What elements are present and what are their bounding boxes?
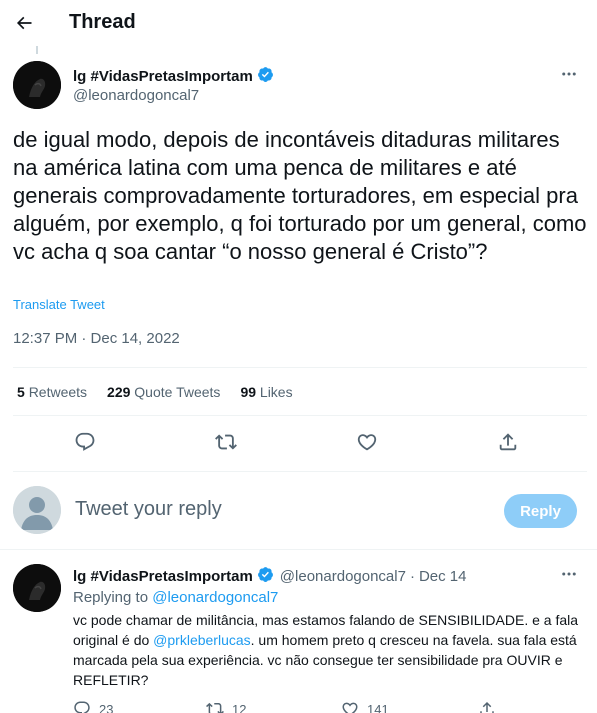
reply-retweet-action[interactable]: 12 [206, 700, 246, 713]
author-handle[interactable]: @leonardogoncal7 [73, 87, 199, 104]
divider [13, 471, 587, 472]
likes-label: Likes [259, 384, 293, 400]
tweet-text: de igual modo, depois de incontáveis dit… [13, 127, 587, 264]
reply-share-action[interactable] [478, 700, 496, 713]
divider [13, 367, 587, 368]
reply-action-bar: 23 12 141 [73, 700, 573, 713]
back-arrow-icon[interactable] [12, 11, 36, 35]
reply-button[interactable]: Reply [504, 494, 577, 528]
quote-tweets-label: Quote Tweets [134, 384, 221, 400]
top-bar: Thread [0, 0, 597, 46]
like-heart-icon[interactable] [355, 430, 379, 454]
divider [13, 415, 587, 416]
like-heart-icon [342, 702, 358, 713]
reply-reply-action[interactable]: 23 [73, 700, 113, 713]
reply-like-action[interactable]: 141 [341, 700, 389, 713]
page-title: Thread [69, 11, 136, 33]
tweet-action-bar [0, 428, 597, 458]
reply-icon [74, 701, 90, 713]
retweets-label: Retweets [28, 384, 88, 400]
reply-mention-link[interactable]: @prkleberlucas [153, 632, 250, 648]
divider [0, 549, 597, 550]
replying-to-label: Replying to [73, 589, 149, 606]
verified-badge-icon [257, 66, 274, 87]
reply-author-name[interactable]: lg #VidasPretasImportam [73, 568, 253, 585]
replying-to-line: Replying to @leonardogoncal7 [73, 588, 583, 608]
thread-connector-line [36, 46, 38, 54]
reply-date[interactable]: Dec 14 [419, 568, 467, 585]
quote-tweets-count: 229 [107, 384, 131, 400]
more-options-icon[interactable] [558, 66, 580, 82]
retweets-stat[interactable]: 5 Retweets [17, 384, 87, 400]
tweet-stats: 5 Retweets 229 Quote Tweets 99 Likes [17, 384, 293, 400]
retweets-count: 5 [17, 384, 25, 400]
author-name[interactable]: lg #VidasPretasImportam [73, 66, 274, 87]
share-icon [480, 701, 494, 713]
reply-count: 23 [99, 701, 114, 713]
retweet-icon [206, 702, 224, 713]
reply-input[interactable] [75, 498, 375, 521]
like-count: 141 [367, 701, 389, 713]
author-name-text: lg #VidasPretasImportam [73, 68, 253, 85]
reply-author-avatar[interactable] [13, 564, 61, 612]
translate-tweet-link[interactable]: Translate Tweet [13, 297, 105, 312]
tweet-timestamp[interactable]: 12:37 PM · Dec 14, 2022 [13, 330, 180, 347]
reply-author-handle[interactable]: @leonardogoncal7 [280, 568, 406, 585]
reply-icon[interactable] [73, 430, 97, 454]
user-avatar[interactable] [13, 486, 61, 534]
likes-stat[interactable]: 99 Likes [240, 384, 292, 400]
retweet-count: 12 [232, 701, 247, 713]
quote-tweets-stat[interactable]: 229 Quote Tweets [107, 384, 220, 400]
verified-badge-icon [257, 566, 274, 587]
share-icon[interactable] [496, 430, 520, 454]
retweet-icon[interactable] [214, 430, 238, 454]
more-options-icon[interactable] [558, 566, 580, 582]
author-avatar[interactable] [13, 61, 61, 109]
reply-separator: · [409, 568, 415, 585]
reply-tweet-text: vc pode chamar de militância, mas estamo… [73, 610, 583, 690]
likes-count: 99 [240, 384, 257, 400]
reply-author-line: lg #VidasPretasImportam @leonardogoncal7… [73, 566, 466, 587]
replying-to-handle[interactable]: @leonardogoncal7 [152, 589, 278, 606]
